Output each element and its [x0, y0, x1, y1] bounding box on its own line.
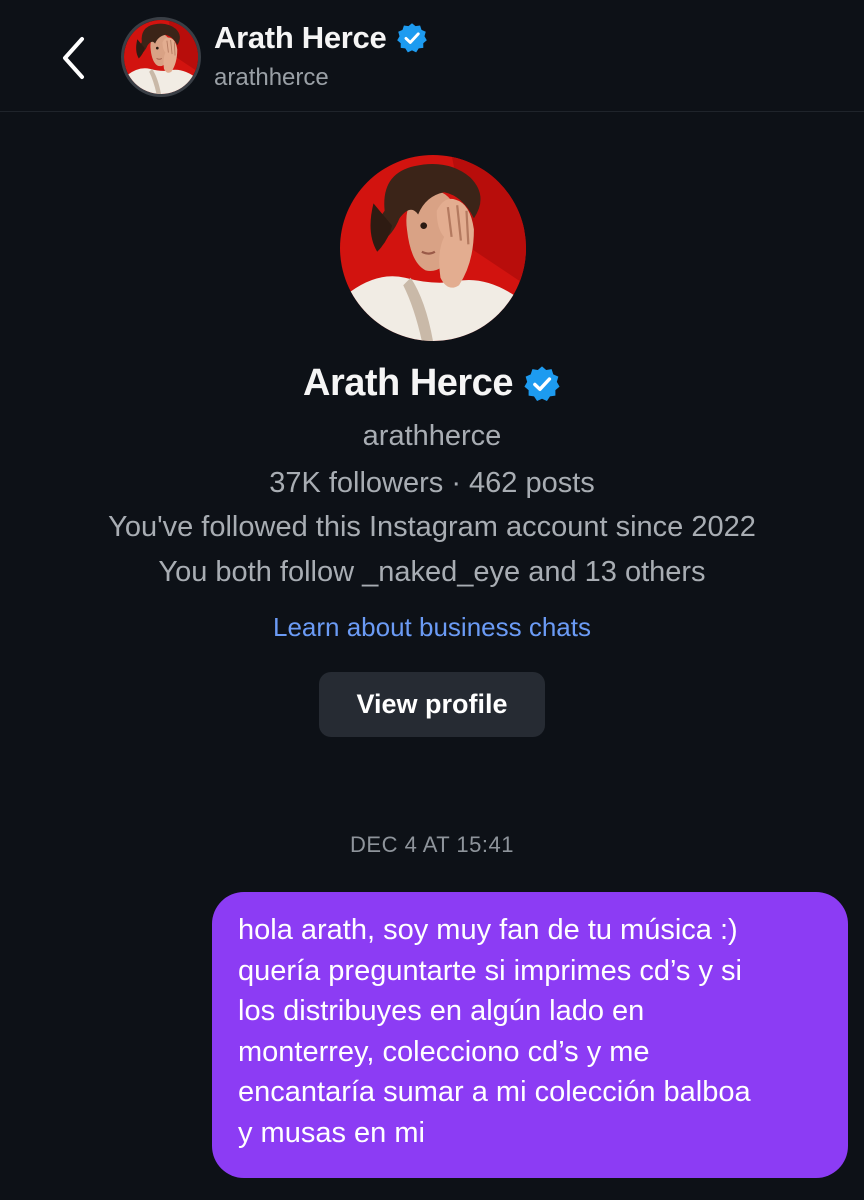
header-display-name: Arath Herce: [214, 20, 387, 55]
message-timestamp: DEC 4 AT 15:41: [350, 832, 514, 857]
thread-header: Arath Herce arathherce: [0, 0, 864, 112]
message-text-line: encantaría sumar a mi colección balboa: [238, 1076, 751, 1108]
message-text-line: quería preguntarte si imprimes cd’s y si: [238, 954, 742, 987]
followed-since-text: You've followed this Instagram account s…: [108, 511, 756, 543]
back-button[interactable]: [52, 30, 96, 86]
mutual-followers-text: You both follow _naked_eye and 13 others: [158, 556, 706, 588]
header-username: arathherce: [214, 64, 329, 91]
message-text-line: monterrey, colecciono cd’s y me: [238, 1035, 650, 1068]
message-text-line: y musas en mi: [238, 1116, 425, 1149]
chevron-left-icon: [63, 37, 84, 79]
message-text-line: los distribuyes en algún lado en: [238, 995, 645, 1027]
view-profile-button[interactable]: View profile: [319, 672, 545, 737]
profile-username: arathherce: [362, 420, 502, 452]
message-text-line: hola arath, soy muy fan de tu música :): [238, 914, 738, 946]
profile-name-row: Arath Herce: [0, 362, 864, 405]
profile-avatar[interactable]: [340, 155, 526, 341]
header-avatar[interactable]: [121, 17, 201, 97]
profile-display-name: Arath Herce: [303, 362, 513, 404]
business-chats-link[interactable]: Learn about business chats: [0, 612, 864, 643]
header-divider: [0, 111, 864, 112]
outgoing-message-bubble[interactable]: hola arath, soy muy fan de tu música :) …: [212, 892, 848, 1178]
avatar-image: [124, 20, 198, 94]
profile-stats: 37K followers · 462 posts: [269, 467, 595, 499]
profile-avatar-image: [340, 155, 526, 341]
verified-badge-icon: [396, 22, 428, 54]
verified-badge-icon: [523, 365, 561, 403]
header-title[interactable]: Arath Herce: [214, 20, 428, 56]
